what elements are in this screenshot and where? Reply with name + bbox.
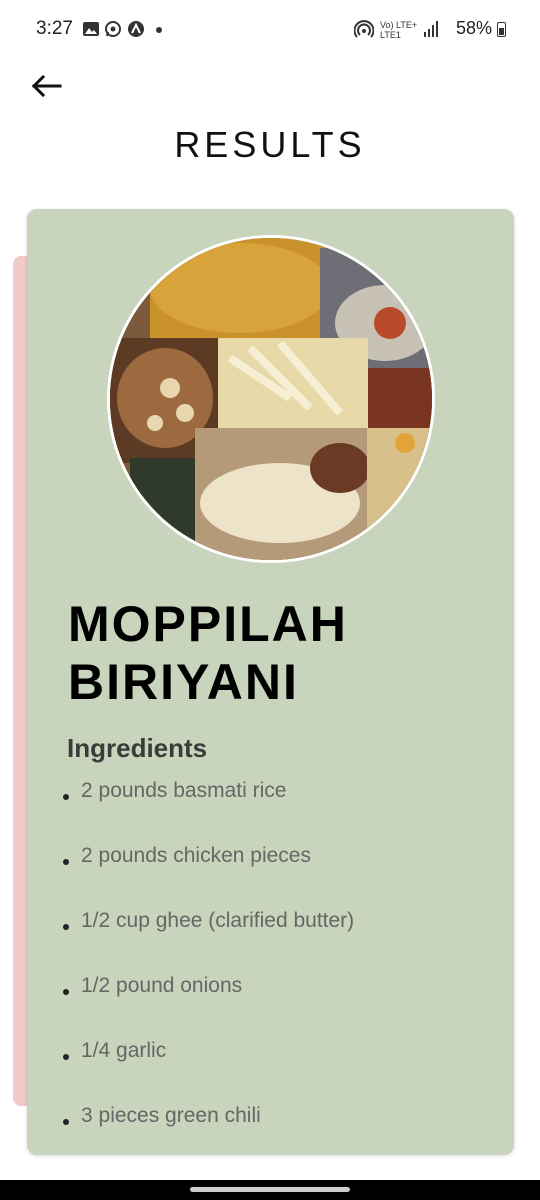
ingredient-text: 1/4 garlic: [81, 1039, 167, 1062]
battery-icon: [497, 22, 506, 37]
status-indicators: Vo) LTE+ LTE1 58%: [316, 18, 506, 42]
dish-photo: [107, 235, 435, 563]
whatsapp-icon: [105, 21, 121, 37]
ingredient-item: 1/2 cup ghee (clarified butter): [63, 909, 354, 974]
bullet-icon: [63, 924, 69, 930]
back-button[interactable]: [28, 68, 68, 104]
notification-dot: [156, 27, 162, 33]
status-bar: 3:27 Vo) LTE+ LTE1 58%: [0, 0, 540, 60]
ingredient-item: 2 pounds chicken pieces: [63, 844, 354, 909]
bullet-icon: [63, 794, 69, 800]
image-icon: [83, 22, 99, 36]
ingredient-item: 2 pounds basmati rice: [63, 779, 354, 844]
hotspot-icon: [354, 20, 374, 38]
ingredient-item: 3 pieces green chili: [63, 1104, 354, 1155]
bullet-icon: [63, 1119, 69, 1125]
ingredients-heading: Ingredients: [67, 733, 208, 763]
signal-icon: [424, 21, 438, 37]
bullet-icon: [63, 1054, 69, 1060]
ingredient-list: 2 pounds basmati rice 2 pounds chicken p…: [63, 779, 354, 1155]
ingredient-text: 2 pounds chicken pieces: [81, 844, 311, 867]
app-icon: [128, 21, 144, 37]
ingredient-text: 2 pounds basmati rice: [81, 779, 287, 802]
battery-percent: 58%: [455, 18, 492, 38]
ingredient-item: 1/4 garlic: [63, 1039, 354, 1104]
home-indicator[interactable]: [190, 1187, 350, 1192]
bullet-icon: [63, 859, 69, 865]
bullet-icon: [63, 989, 69, 995]
dish-name: MOPPILAH BIRIYANI: [68, 596, 348, 710]
arrow-left-icon: [31, 74, 62, 98]
ingredient-text: 1/2 pound onions: [81, 974, 243, 997]
page-title: RESULTS: [174, 124, 366, 165]
ingredient-text: 3 pieces green chili: [81, 1104, 261, 1127]
recipe-card[interactable]: MOPPILAH BIRIYANI Ingredients 2 pounds b…: [27, 209, 514, 1155]
ingredient-item: 1/2 pound onions: [63, 974, 354, 1039]
status-time: 3:27: [36, 18, 73, 39]
network-type: Vo) LTE+ LTE1: [380, 20, 418, 40]
ingredient-text: 1/2 cup ghee (clarified butter): [81, 909, 355, 932]
